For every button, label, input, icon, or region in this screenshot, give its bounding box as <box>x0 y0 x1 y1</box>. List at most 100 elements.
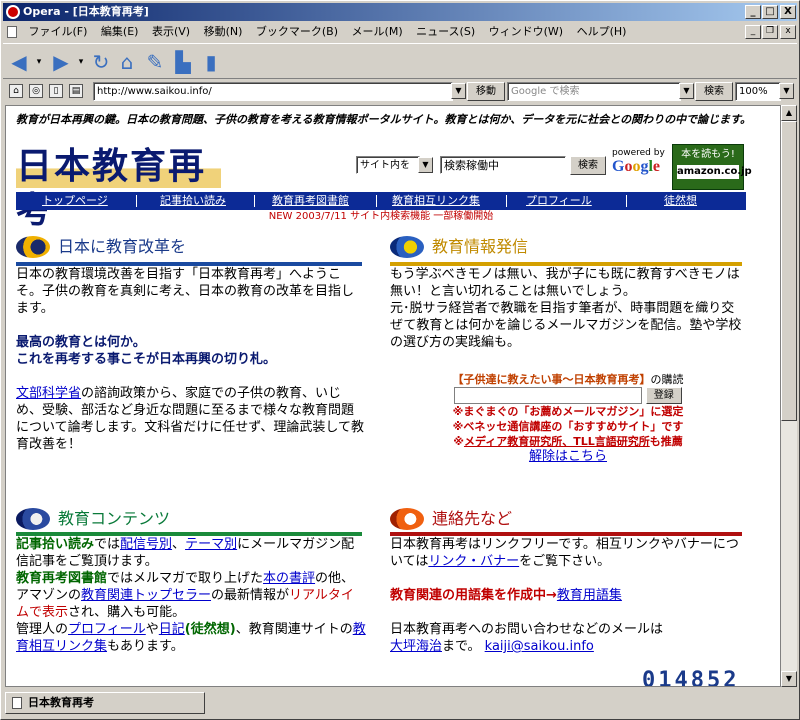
scroll-thumb[interactable] <box>781 121 797 421</box>
reform-intro: 日本の教育環境改善を目指す「日本教育再考」へようこそ。子供の教育を真剣に考え、日… <box>16 267 355 316</box>
unsubscribe-link[interactable]: 解除はこちら <box>529 449 607 464</box>
section-title-text: 教育コンテンツ <box>58 509 171 528</box>
nav-separator <box>136 195 137 207</box>
diary-link[interactable]: 日記 <box>159 622 185 637</box>
articles-label: 記事拾い読み <box>16 537 95 552</box>
reload-icon[interactable]: ↻ <box>89 50 113 74</box>
mdi-close-button[interactable]: x <box>780 25 796 39</box>
newsletter-email-input[interactable] <box>454 387 643 404</box>
nav-top[interactable]: トップページ <box>42 192 108 210</box>
nav-library[interactable]: 教育再考図書館 <box>272 192 349 210</box>
author-link[interactable]: 大坪海治 <box>390 639 442 654</box>
bestseller-link[interactable]: 教育関連トップセラー <box>81 588 211 603</box>
text: では <box>94 537 121 552</box>
minimize-button[interactable]: _ <box>745 5 761 19</box>
by-issue-link[interactable]: 配信号別 <box>120 537 172 552</box>
link-banner-link[interactable]: リンク・バナー <box>428 554 519 569</box>
reform-slogan-1: 最高の教育とは何か。 <box>16 335 146 350</box>
page-info-icon[interactable]: ▤ <box>69 84 83 98</box>
text: をご覧下さい。 <box>519 554 611 569</box>
menu-file[interactable]: ファイル(F) <box>24 22 93 42</box>
menu-bookmarks[interactable]: ブックマーク(B) <box>251 22 343 42</box>
email-link[interactable]: kaiji@saikou.info <box>485 639 594 654</box>
profile-link[interactable]: プロフィール <box>68 622 146 637</box>
site-search-input[interactable]: 検索稼働中 <box>440 156 566 174</box>
menu-news[interactable]: ニュース(S) <box>411 22 480 42</box>
url-input[interactable]: http://www.saikou.info/ <box>93 82 453 101</box>
zoom-select[interactable]: 100% <box>735 82 781 101</box>
nav-links[interactable]: 教育相互リンク集 <box>392 192 480 210</box>
text: 日本教育再考へのお問い合わせなどのメールは <box>390 622 664 637</box>
menu-edit[interactable]: 編集(E) <box>96 22 144 42</box>
site-logo[interactable]: 日本教育再考 <box>16 144 221 231</box>
zoom-dropdown[interactable]: ▼ <box>779 83 794 99</box>
section-title-text: 教育情報発信 <box>432 237 529 256</box>
text: もあります。 <box>107 639 184 654</box>
google-logo: Google <box>612 158 661 175</box>
nav-bar: トップページ 記事拾い読み 教育再考図書館 教育相互リンク集 プロフィール 徒然… <box>16 192 746 210</box>
news-ticker: NEW 2003/7/11 サイト内検索機能 一部稼働開始 <box>268 211 494 222</box>
web-search-button[interactable]: 検索 <box>695 82 733 101</box>
amazon-banner-text: 本を読もう! <box>681 149 735 160</box>
section-education-reform-body: 日本の教育環境改善を目指す「日本教育再考」へようこそ。子供の教育を真剣に考え、日… <box>16 266 366 453</box>
mdi-minimize-button[interactable]: _ <box>745 25 761 39</box>
search-engine-dropdown[interactable]: ▼ <box>679 83 694 99</box>
home-icon[interactable]: ⌂ <box>115 50 139 74</box>
section-info-body: もう学ぶべきモノは無い、我が子にも既に教育すべきモノは無い！と言い切れることは無… <box>390 266 746 351</box>
glossary-link[interactable]: 教育用語集 <box>557 588 622 603</box>
menu-bar: ファイル(F) 編集(E) 表示(V) 移動(N) ブックマーク(B) メール(… <box>3 22 797 42</box>
powered-by-google[interactable]: powered by Google <box>612 148 672 176</box>
lock-icon[interactable]: ⌂ <box>9 84 23 98</box>
opera-logo-icon <box>6 5 20 19</box>
by-theme-link[interactable]: テーマ別 <box>185 537 237 552</box>
back-menu-icon[interactable]: ▾ <box>27 50 51 74</box>
menu-view[interactable]: 表示(V) <box>147 22 195 42</box>
close-button[interactable]: X <box>780 5 796 19</box>
newsletter-suffix: の購読 <box>650 373 684 386</box>
newsletter-box: 【子供達に教えたい事～日本教育再考】の購読 登録 ※まぐまぐの「お薦めメールマガ… <box>390 372 746 464</box>
fish-icon <box>16 508 50 530</box>
menu-navigate[interactable]: 移動(N) <box>199 22 248 42</box>
text: 、教育関連サイトの <box>235 622 353 637</box>
mext-link[interactable]: 文部科学省 <box>16 386 81 401</box>
page-tab-label: 日本教育再考 <box>28 696 94 709</box>
book-review-link[interactable]: 本の書評 <box>263 571 315 586</box>
nav-diary[interactable]: 徒然想 <box>664 192 697 210</box>
scroll-up-icon[interactable]: ▲ <box>781 105 797 121</box>
amazon-banner[interactable]: 本を読もう! amazon.co.jp <box>672 144 752 190</box>
media-institute-link[interactable]: メディア教育研究所、TLL言語研究所 <box>464 435 650 448</box>
mdi-restore-button[interactable]: ❐ <box>762 25 778 39</box>
site-search-button[interactable]: 検索 <box>570 156 606 175</box>
diary-label: (徒然想) <box>184 622 236 637</box>
search-scope-dropdown[interactable]: ▼ <box>418 157 433 173</box>
nav-profile[interactable]: プロフィール <box>526 192 592 210</box>
site-intro: 教育が日本再興の鍵。日本の教育問題、子供の教育を考える教育情報ポータルサイト。教… <box>16 113 752 126</box>
print-icon[interactable]: ▙ <box>171 50 195 74</box>
page-icon[interactable]: ▮ <box>199 50 223 74</box>
search-scope-select[interactable]: サイト内を <box>356 156 420 174</box>
go-button[interactable]: 移動 <box>467 82 505 101</box>
vertical-scrollbar[interactable]: ▲ ▼ <box>781 105 797 687</box>
scroll-down-icon[interactable]: ▼ <box>781 671 797 687</box>
menu-window[interactable]: ウィンドウ(W) <box>484 22 568 42</box>
text: の最新情報が <box>211 588 290 603</box>
nav-separator <box>506 195 507 207</box>
info-para-1: もう学ぶべきモノは無い、我が子にも既に教育すべきモノは無い！と言い切れることは無… <box>390 267 740 299</box>
nav-articles[interactable]: 記事拾い読み <box>160 192 226 210</box>
maximize-button[interactable]: □ <box>762 5 778 19</box>
hotlist-icon[interactable]: ✎ <box>143 50 167 74</box>
section-title-text: 連絡先など <box>432 509 513 528</box>
status-bar: 日本教育再考 <box>3 689 797 717</box>
google-search-input[interactable]: Google で検索 <box>507 82 681 101</box>
section-contact-title: 連絡先など <box>390 506 742 534</box>
menu-help[interactable]: ヘルプ(H) <box>572 22 632 42</box>
page-tab[interactable]: 日本教育再考 <box>5 692 205 714</box>
menu-mail[interactable]: メール(M) <box>347 22 408 42</box>
url-dropdown[interactable]: ▼ <box>451 83 466 99</box>
toolbar: ◀ ▾ ▶ ▾ ↻ ⌂ ✎ ▙ ▮ <box>3 43 797 79</box>
section-info-title: 教育情報発信 <box>390 234 742 262</box>
section-title-text: 日本に教育改革を <box>58 237 187 256</box>
cookie-icon[interactable]: ◎ <box>29 84 43 98</box>
security-icon[interactable]: ▯ <box>49 84 63 98</box>
newsletter-register-button[interactable]: 登録 <box>645 387 682 404</box>
